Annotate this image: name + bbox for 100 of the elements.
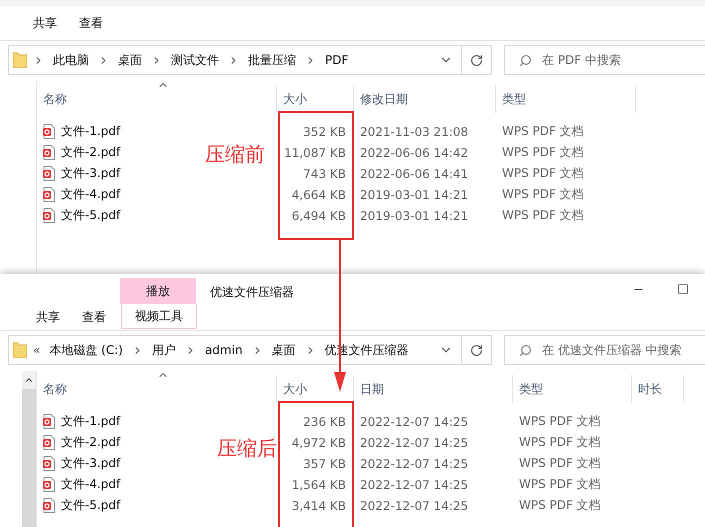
file-type-cell-text: WPS PDF 文档 bbox=[501, 186, 585, 203]
pdf-file-icon bbox=[43, 477, 55, 492]
search-icon bbox=[519, 54, 532, 66]
file-name-cell[interactable]: 文件-2.pdf bbox=[43, 144, 120, 161]
file-name-cell[interactable]: 文件-4.pdf bbox=[43, 476, 120, 493]
file-date-cell-text: 2022-12-07 14:25 bbox=[359, 456, 470, 470]
file-type-cell-text: WPS PDF 文档 bbox=[518, 497, 602, 514]
file-date-cell-text: 2022-12-07 14:25 bbox=[359, 414, 470, 428]
file-size-cell-text: 4,664 KB bbox=[290, 188, 347, 202]
breadcrumb[interactable]: 桌面 bbox=[268, 342, 299, 358]
pdf-file-icon bbox=[43, 208, 55, 223]
pdf-file-icon bbox=[43, 435, 55, 450]
overflow-chevron[interactable]: « bbox=[33, 343, 40, 357]
file-size-cell-text: 4,972 KB bbox=[290, 436, 347, 450]
pdf-file-icon bbox=[43, 124, 55, 139]
search-placeholder: 在 优速文件压缩器 中搜索 bbox=[542, 342, 682, 358]
file-date-cell-text: 2019-03-01 14:21 bbox=[359, 208, 470, 222]
refresh-icon bbox=[470, 54, 483, 66]
file-size-cell-text: 3,414 KB bbox=[290, 498, 347, 512]
search-icon bbox=[519, 344, 532, 356]
file-name: 文件-3.pdf bbox=[61, 165, 120, 182]
file-type-cell-text: WPS PDF 文档 bbox=[518, 455, 602, 472]
file-date-cell-text: 2022-06-06 14:42 bbox=[359, 146, 470, 160]
pdf-file-icon bbox=[43, 456, 55, 471]
column-header[interactable]: 名称 bbox=[37, 85, 277, 113]
file-name-cell[interactable]: 文件-3.pdf bbox=[43, 455, 120, 472]
breadcrumb[interactable]: 测试文件 bbox=[168, 52, 222, 68]
pdf-file-icon bbox=[43, 187, 55, 202]
search-field[interactable]: 在 PDF 中搜索 bbox=[504, 45, 705, 75]
scrollbar[interactable] bbox=[22, 371, 36, 527]
file-date-cell-text: 2022-12-07 14:25 bbox=[359, 436, 470, 450]
window-title: 优速文件压缩器 bbox=[210, 284, 294, 300]
file-type-cell-text: WPS PDF 文档 bbox=[501, 123, 585, 140]
pdf-file-icon bbox=[43, 145, 55, 160]
file-size-cell-text: 1,564 KB bbox=[290, 478, 347, 492]
file-name: 文件-5.pdf bbox=[61, 497, 120, 514]
file-type-cell-text: WPS PDF 文档 bbox=[518, 413, 602, 430]
file-size-cell-text: 11,087 KB bbox=[283, 146, 347, 160]
annotation-label: 压缩前 bbox=[205, 141, 265, 168]
file-name: 文件-5.pdf bbox=[61, 207, 120, 224]
file-name: 文件-4.pdf bbox=[61, 476, 120, 493]
file-date-cell-text: 2022-12-07 14:25 bbox=[359, 498, 470, 512]
pdf-file-icon bbox=[43, 166, 55, 181]
file-type-cell-text: WPS PDF 文档 bbox=[518, 476, 602, 493]
file-type-cell-text: WPS PDF 文档 bbox=[501, 165, 585, 182]
column-header[interactable]: 日期 bbox=[354, 375, 513, 403]
annotation-label: 压缩后 bbox=[217, 435, 277, 462]
ribbon-tab[interactable]: 查看 bbox=[71, 308, 117, 326]
file-date-cell-text: 2022-12-07 14:25 bbox=[359, 478, 470, 492]
pdf-file-icon bbox=[43, 414, 55, 429]
file-size-cell-text: 236 KB bbox=[302, 414, 347, 428]
ribbon-tab[interactable]: 共享 bbox=[22, 14, 68, 32]
breadcrumb[interactable]: 桌面 bbox=[115, 52, 145, 68]
file-size-cell-text: 352 KB bbox=[302, 124, 347, 138]
breadcrumb[interactable]: 用户 bbox=[148, 342, 179, 358]
file-type-cell-text: WPS PDF 文档 bbox=[518, 434, 602, 451]
column-header[interactable]: 名称 bbox=[37, 375, 277, 403]
breadcrumb[interactable]: 批量压缩 bbox=[245, 52, 299, 68]
column-header[interactable]: 修改日期 bbox=[354, 85, 496, 113]
file-name-cell[interactable]: 文件-2.pdf bbox=[43, 434, 120, 451]
column-header[interactable]: 类型 bbox=[513, 375, 632, 403]
column-header[interactable]: 时长 bbox=[632, 375, 684, 403]
column-header[interactable]: 大小 bbox=[277, 85, 354, 113]
ribbon-tab[interactable]: 查看 bbox=[68, 14, 114, 32]
file-name-cell[interactable]: 文件-1.pdf bbox=[43, 413, 120, 430]
file-date-cell-text: 2022-06-06 14:41 bbox=[359, 166, 470, 180]
search-placeholder: 在 PDF 中搜索 bbox=[542, 52, 622, 68]
file-name: 文件-2.pdf bbox=[61, 434, 120, 451]
search-field[interactable]: 在 优速文件压缩器 中搜索 bbox=[504, 335, 705, 365]
refresh-icon bbox=[470, 344, 483, 356]
breadcrumb[interactable]: 此电脑 bbox=[50, 52, 92, 68]
file-type-cell-text: WPS PDF 文档 bbox=[501, 207, 585, 224]
pdf-file-icon bbox=[43, 498, 55, 513]
address-bar[interactable]: 此电脑 桌面 测试文件 批量压缩 PDF bbox=[8, 45, 492, 75]
maximize-icon[interactable] bbox=[677, 283, 689, 295]
file-size-cell-text: 743 KB bbox=[302, 166, 347, 180]
breadcrumb[interactable]: 本地磁盘 (C:) bbox=[46, 342, 126, 358]
file-name: 文件-1.pdf bbox=[61, 123, 120, 140]
file-date-cell-text: 2019-03-01 14:21 bbox=[359, 188, 470, 202]
file-name-cell[interactable]: 文件-4.pdf bbox=[43, 186, 120, 203]
breadcrumb[interactable]: PDF bbox=[322, 53, 352, 67]
ribbon-context-group: 播放 bbox=[120, 278, 196, 304]
file-name: 文件-1.pdf bbox=[61, 413, 120, 430]
ribbon-tab[interactable]: 共享 bbox=[25, 308, 71, 326]
file-name-cell[interactable]: 文件-5.pdf bbox=[43, 207, 120, 224]
file-date-cell-text: 2021-11-03 21:08 bbox=[359, 124, 470, 138]
column-header[interactable]: 类型 bbox=[496, 85, 636, 113]
file-name-cell[interactable]: 文件-1.pdf bbox=[43, 123, 120, 140]
file-name: 文件-4.pdf bbox=[61, 186, 120, 203]
file-name: 文件-2.pdf bbox=[61, 144, 120, 161]
file-size-cell-text: 6,494 KB bbox=[290, 208, 347, 222]
file-name-cell[interactable]: 文件-5.pdf bbox=[43, 497, 120, 514]
context-tab[interactable]: 视频工具 bbox=[121, 304, 197, 329]
file-size-cell-text: 357 KB bbox=[302, 456, 347, 470]
file-type-cell-text: WPS PDF 文档 bbox=[501, 144, 585, 161]
folder-icon bbox=[13, 52, 27, 68]
folder-icon bbox=[13, 342, 27, 358]
file-name: 文件-3.pdf bbox=[61, 455, 120, 472]
file-name-cell[interactable]: 文件-3.pdf bbox=[43, 165, 120, 182]
breadcrumb[interactable]: admin bbox=[202, 343, 246, 357]
